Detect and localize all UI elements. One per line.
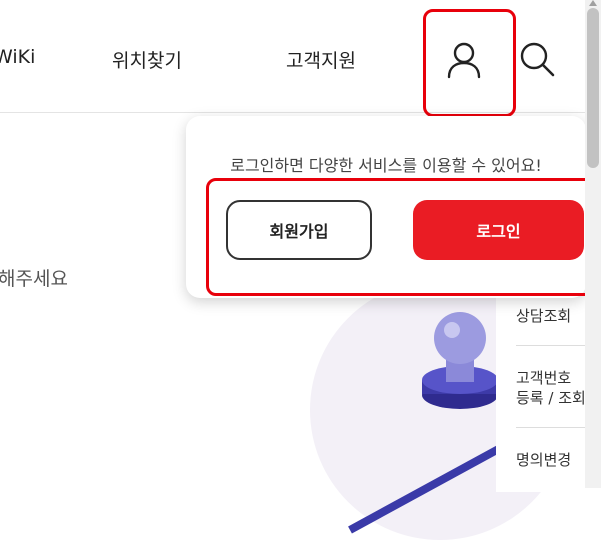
scroll-thumb[interactable] — [587, 8, 599, 168]
menu-item-label: 명의변경 — [516, 451, 572, 469]
nav-wiki[interactable]: WiKi — [0, 46, 35, 68]
search-icon[interactable] — [518, 40, 558, 80]
menu-item-label: 상담조회 — [516, 307, 572, 325]
scroll-up-arrow-icon[interactable] — [589, 0, 597, 6]
buttons-highlight — [206, 178, 597, 296]
background-partial-text: 해주세요 — [0, 268, 68, 290]
scrollbar[interactable] — [585, 0, 601, 488]
nav-support[interactable]: 고객지원 — [286, 46, 356, 73]
nav-location[interactable]: 위치찾기 — [112, 46, 182, 73]
popover-message: 로그인하면 다양한 서비스를 이용할 수 있어요! — [230, 156, 542, 175]
user-icon-highlight — [423, 9, 516, 117]
